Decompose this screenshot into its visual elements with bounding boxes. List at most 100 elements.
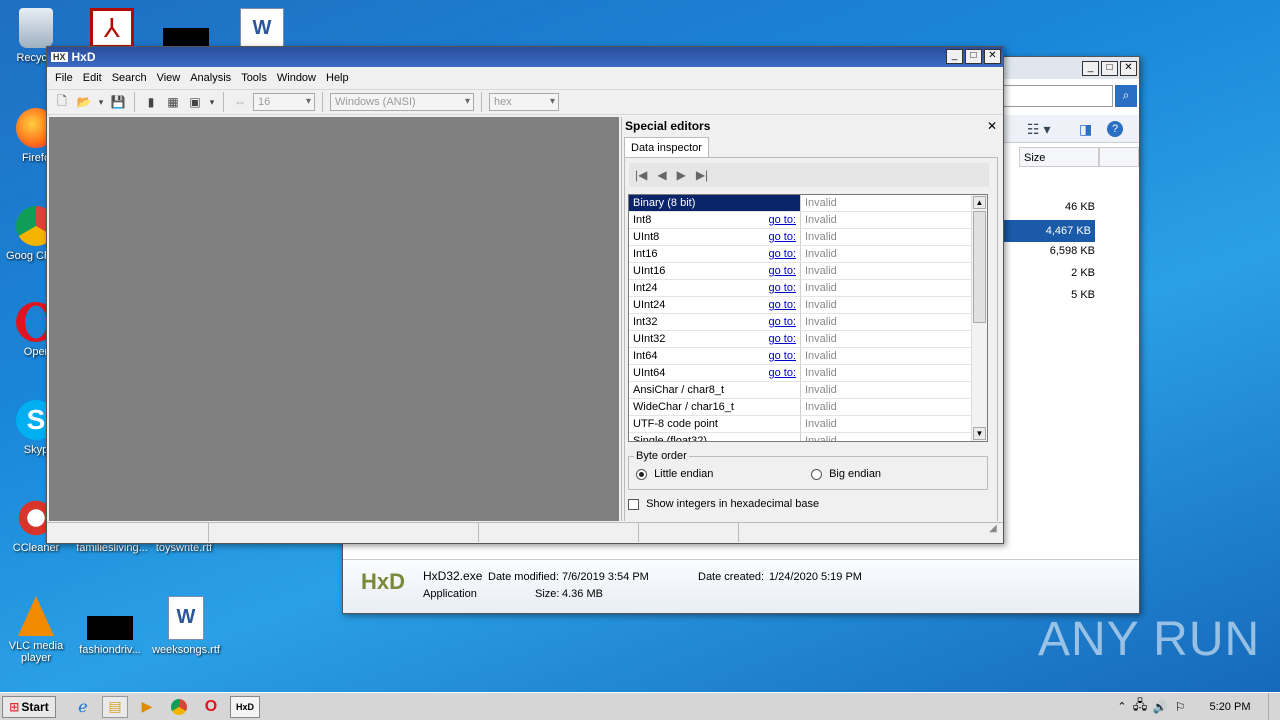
scroll-down-icon[interactable]: ▼ (973, 427, 986, 440)
show-hidden-icons-icon[interactable]: ⌃ (1114, 696, 1130, 718)
open-disk-icon[interactable]: ▮ (142, 93, 160, 111)
opera-taskbar-icon[interactable]: O (198, 696, 224, 718)
editor-area[interactable] (49, 117, 619, 521)
action-center-flag-icon[interactable]: ⚐ (1170, 696, 1190, 718)
data-type-value[interactable]: Invalid (801, 195, 987, 211)
volume-icon[interactable]: 🔊 (1150, 696, 1170, 718)
data-type-value[interactable]: Invalid (801, 212, 987, 228)
open-ram-icon[interactable]: ▦ (164, 93, 182, 111)
data-type-value[interactable]: Invalid (801, 246, 987, 262)
column-header-size[interactable]: Size (1019, 147, 1099, 167)
scrollbar-thumb[interactable] (973, 211, 986, 323)
show-desktop-button[interactable] (1268, 693, 1280, 720)
data-inspector-row[interactable]: Int24 go to: Invalid (629, 280, 987, 297)
data-inspector-row[interactable]: Int16 go to: Invalid (629, 246, 987, 263)
media-player-icon[interactable]: ▶ (134, 696, 160, 718)
hxd-taskbar-button[interactable]: HxD (230, 695, 260, 718)
ie-icon[interactable]: ℯ (70, 696, 96, 718)
goto-link[interactable]: go to: (768, 229, 796, 245)
dropdown-arrow-icon[interactable]: ▾ (208, 93, 216, 111)
data-type-value[interactable]: Invalid (801, 280, 987, 296)
word-document-icon[interactable]: W (240, 8, 284, 48)
chrome-taskbar-icon[interactable] (166, 696, 192, 718)
desktop-icon-weeksongs[interactable]: W weeksongs.rtf (150, 596, 222, 656)
file-size-cell-selected[interactable]: 4,467 KB (1003, 220, 1095, 242)
data-inspector-row[interactable]: Int32 go to: Invalid (629, 314, 987, 331)
search-box[interactable] (1003, 85, 1113, 107)
goto-link[interactable]: go to: (768, 280, 796, 296)
radio-unchecked[interactable] (811, 468, 822, 480)
data-type-value[interactable]: Invalid (801, 382, 987, 398)
close-button[interactable]: ✕ (1120, 61, 1137, 76)
maximize-button[interactable]: □ (965, 49, 982, 64)
save-icon[interactable]: 💾 (109, 93, 127, 111)
tab-data-inspector[interactable]: Data inspector (624, 137, 709, 158)
hxd-titlebar[interactable]: HX HxD (47, 47, 1003, 67)
data-type-value[interactable]: Invalid (801, 399, 987, 415)
data-type-value[interactable]: Invalid (801, 263, 987, 279)
clock[interactable]: 5:20 PM (1198, 696, 1262, 718)
help-icon[interactable]: ? (1107, 121, 1123, 137)
data-inspector-row[interactable]: UInt64 go to: Invalid (629, 365, 987, 382)
checkbox[interactable] (628, 498, 639, 510)
goto-link[interactable]: go to: (768, 365, 796, 381)
data-inspector-row[interactable]: WideChar / char16_t Invalid (629, 399, 987, 416)
data-inspector-row[interactable]: UInt32 go to: Invalid (629, 331, 987, 348)
goto-link[interactable]: go to: (768, 297, 796, 313)
data-type-value[interactable]: Invalid (801, 229, 987, 245)
view-options-icon[interactable]: ☷ ▾ (1027, 121, 1050, 138)
explorer-taskbar-icon[interactable]: ▤ (102, 695, 128, 718)
data-inspector-row[interactable]: UTF-8 code point Invalid (629, 416, 987, 433)
big-endian-radio[interactable]: Big endian (811, 468, 881, 480)
network-icon[interactable]: 🖧 (1130, 696, 1150, 718)
previous-icon[interactable]: ◀ (657, 168, 666, 182)
hex-integers-checkbox[interactable]: Show integers in hexadecimal base (628, 498, 819, 510)
acrobat-icon[interactable]: ⅄ (90, 8, 134, 48)
menu-tools[interactable]: Tools (241, 72, 267, 84)
menu-edit[interactable]: Edit (83, 72, 102, 84)
bytes-per-row-select[interactable]: 16 (253, 93, 315, 111)
new-file-icon[interactable]: 🗋 (53, 93, 71, 111)
goto-link[interactable]: go to: (768, 246, 796, 262)
radio-checked[interactable] (636, 468, 647, 480)
scroll-up-icon[interactable]: ▲ (973, 196, 986, 209)
preview-pane-icon[interactable]: ◨ (1079, 121, 1092, 138)
menu-help[interactable]: Help (326, 72, 349, 84)
data-inspector-row[interactable]: UInt24 go to: Invalid (629, 297, 987, 314)
first-record-icon[interactable]: |◀ (635, 168, 647, 182)
data-inspector-row[interactable]: Int8 go to: Invalid (629, 212, 987, 229)
data-type-value[interactable]: Invalid (801, 348, 987, 364)
data-inspector-row[interactable]: Single (float32) Invalid (629, 433, 987, 441)
goto-link[interactable]: go to: (768, 314, 796, 330)
goto-link[interactable]: go to: (768, 263, 796, 279)
data-inspector-row[interactable]: UInt16 go to: Invalid (629, 263, 987, 280)
data-type-value[interactable]: Invalid (801, 433, 987, 441)
data-inspector-row[interactable]: AnsiChar / char8_t Invalid (629, 382, 987, 399)
little-endian-radio[interactable]: Little endian (636, 468, 713, 480)
data-inspector-grid[interactable]: Binary (8 bit) Invalid Int8 go to: Invalid UI… (628, 194, 988, 442)
menu-window[interactable]: Window (277, 72, 316, 84)
goto-link[interactable]: go to: (768, 212, 796, 228)
dropdown-arrow-icon[interactable]: ▾ (97, 93, 105, 111)
close-button[interactable]: ✕ (984, 49, 1001, 64)
menu-analysis[interactable]: Analysis (190, 72, 231, 84)
search-icon[interactable]: ⌕ (1115, 85, 1137, 107)
goto-link[interactable]: go to: (768, 331, 796, 347)
charset-select[interactable]: Windows (ANSI) (330, 93, 474, 111)
offset-base-select[interactable]: hex (489, 93, 559, 111)
close-icon[interactable]: ✕ (987, 119, 997, 133)
data-type-value[interactable]: Invalid (801, 365, 987, 381)
open-folder-icon[interactable]: 📂 (75, 93, 93, 111)
minimize-button[interactable]: _ (1082, 61, 1099, 76)
data-inspector-row[interactable]: Binary (8 bit) Invalid (629, 195, 987, 212)
menu-view[interactable]: View (157, 72, 181, 84)
vertical-scrollbar[interactable]: ▲ ▼ (971, 195, 987, 441)
data-inspector-row[interactable]: Int64 go to: Invalid (629, 348, 987, 365)
goto-link[interactable]: go to: (768, 348, 796, 364)
data-type-value[interactable]: Invalid (801, 314, 987, 330)
minimize-button[interactable]: _ (946, 49, 963, 64)
data-type-value[interactable]: Invalid (801, 297, 987, 313)
maximize-button[interactable]: □ (1101, 61, 1118, 76)
data-type-value[interactable]: Invalid (801, 416, 987, 432)
start-button[interactable]: ⊞ Start (2, 695, 56, 718)
